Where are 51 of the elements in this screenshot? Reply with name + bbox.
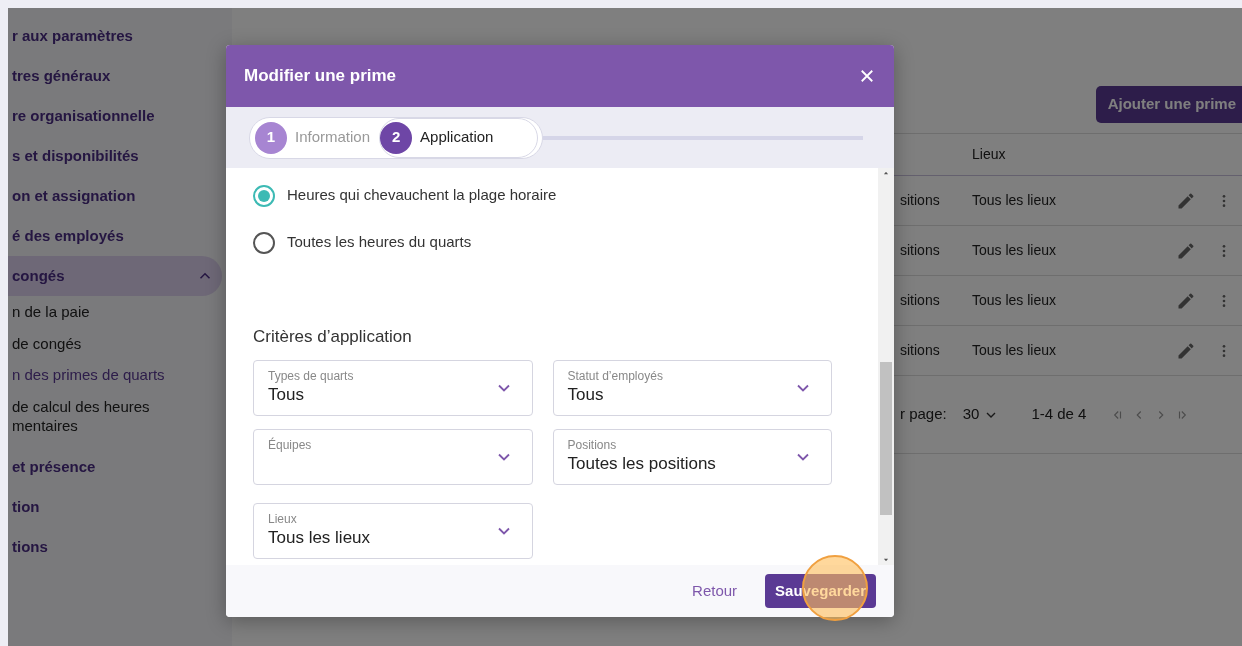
edit-button[interactable] bbox=[1176, 290, 1196, 311]
back-button[interactable]: Retour bbox=[686, 578, 744, 604]
sidebar-item[interactable]: congés bbox=[8, 256, 222, 296]
radio-button[interactable] bbox=[253, 231, 275, 254]
pencil-icon bbox=[1176, 290, 1196, 311]
sidebar-item[interactable]: tion bbox=[8, 487, 222, 528]
close-button[interactable] bbox=[858, 67, 876, 85]
edit-button[interactable] bbox=[1176, 240, 1196, 261]
sidebar-item[interactable]: tions bbox=[8, 527, 222, 568]
select-field[interactable]: Positions Toutes les positions bbox=[552, 428, 832, 485]
edit-button[interactable] bbox=[1176, 340, 1196, 361]
add-button[interactable]: Ajouter une prime bbox=[1095, 86, 1242, 123]
radio-label: Heures qui chevauchent la plage horaire bbox=[287, 185, 557, 206]
table-cell-text: sitions bbox=[899, 291, 941, 310]
table-cell-text: sitions bbox=[899, 341, 941, 360]
select-field[interactable]: Lieux Tous les lieux bbox=[253, 502, 533, 559]
per-page-select[interactable]: 30 bbox=[962, 403, 1000, 426]
stepper-step[interactable]: 1 Information bbox=[254, 117, 380, 158]
sidebar-item[interactable]: re organisationnelle bbox=[8, 96, 222, 136]
table-cell-text: sitions bbox=[899, 241, 941, 260]
pencil-icon bbox=[1176, 240, 1196, 261]
select-field[interactable]: Équipes bbox=[253, 428, 533, 485]
sidebar-item[interactable]: on et assignation bbox=[8, 176, 222, 216]
sidebar-subitem[interactable]: de congés bbox=[8, 333, 178, 353]
table-cell-text: Tous les lieux bbox=[972, 291, 1058, 310]
select-field[interactable]: Statut d’employés Tous bbox=[552, 359, 832, 416]
section-title: Critères d’application bbox=[253, 326, 413, 348]
pencil-icon bbox=[1176, 190, 1196, 211]
pencil-icon bbox=[1176, 340, 1196, 361]
page-range: 1-4 de 4 bbox=[1031, 404, 1087, 425]
radio-button[interactable] bbox=[253, 184, 275, 207]
radio-label: Toutes les heures du quarts bbox=[287, 232, 472, 253]
table-cell-text: sitions bbox=[899, 191, 941, 210]
sidebar-item[interactable]: et présence bbox=[8, 447, 222, 488]
dialog-title: Modifier une prime bbox=[244, 65, 397, 88]
table-cell-text: Tous les lieux bbox=[972, 341, 1058, 360]
sidebar-item[interactable]: tres généraux bbox=[8, 56, 222, 96]
select-field[interactable]: Types de quarts Tous bbox=[253, 359, 533, 416]
sidebar-subitem[interactable]: n de la paie bbox=[8, 302, 178, 322]
sidebar-subitem[interactable]: de calcul des heures mentaires bbox=[8, 396, 178, 436]
sidebar-item[interactable]: é des employés bbox=[8, 216, 222, 256]
edit-button[interactable] bbox=[1176, 190, 1196, 211]
table-cell-text: Tous les lieux bbox=[972, 241, 1058, 260]
close-icon bbox=[858, 67, 876, 85]
sidebar-item[interactable]: s et disponibilités bbox=[8, 136, 222, 176]
scrollbar[interactable] bbox=[878, 168, 894, 565]
column-header: Lieux bbox=[972, 145, 1007, 164]
table-cell-text: Tous les lieux bbox=[972, 191, 1058, 210]
sidebar-item[interactable]: r aux paramètres bbox=[8, 16, 222, 56]
rows-per-page-label: r page: bbox=[900, 404, 947, 425]
sidebar-subitem[interactable]: n des primes de quarts bbox=[8, 365, 178, 385]
